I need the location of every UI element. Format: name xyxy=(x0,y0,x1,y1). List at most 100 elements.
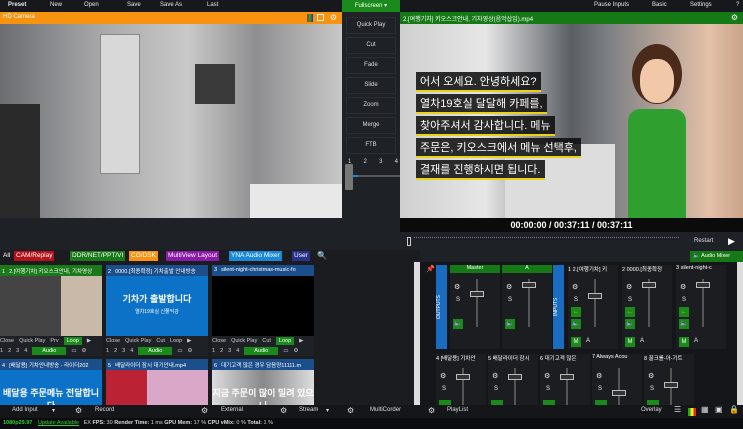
master-bus-button[interactable]: M xyxy=(571,337,581,347)
mute-speaker-button[interactable]: 🔈 xyxy=(571,319,581,329)
input-title-bar[interactable]: 6 대기고객 많은 경우 담음양11111.m xyxy=(212,359,314,370)
tab-all[interactable]: All xyxy=(1,251,13,261)
volume-fader[interactable] xyxy=(642,279,656,327)
solo-button[interactable]: S xyxy=(442,386,446,392)
a-bus-button[interactable]: A xyxy=(694,338,698,344)
camera-icon[interactable]: ▣ xyxy=(715,405,723,414)
input-thumbnail[interactable] xyxy=(212,276,314,336)
mute-speaker-button[interactable]: 🔈 xyxy=(453,319,463,329)
input-cut-button[interactable]: Cut xyxy=(156,338,165,344)
solo-button[interactable]: S xyxy=(682,297,686,303)
route-button[interactable]: ← xyxy=(679,307,689,317)
input-audio-button[interactable]: Audio xyxy=(244,347,279,355)
input-title-bar[interactable]: 1 2.[여행기차] 키오스크안내, 기차영상 xyxy=(0,265,102,276)
input-loop-button[interactable]: Loop xyxy=(275,337,295,345)
lock-icon[interactable]: 🔒 xyxy=(729,405,739,414)
input-tile[interactable]: 6대기고객 많은 경우 담음양11111.m 지금 주문이 많이 밀려 있으니 xyxy=(212,359,314,405)
input-overlay-4-button[interactable]: 4 xyxy=(130,348,133,354)
gear-icon[interactable]: ⚙ xyxy=(596,372,602,380)
tab-user[interactable]: User xyxy=(292,251,310,261)
gear-icon[interactable]: ⚙ xyxy=(626,283,632,291)
play-icon[interactable]: ▶ xyxy=(728,236,735,247)
update-link[interactable]: Update Available xyxy=(38,420,79,426)
mute-speaker-button[interactable]: 🔈 xyxy=(625,319,635,329)
help-button[interactable]: ? xyxy=(736,2,739,8)
gear-icon[interactable]: ⚙ xyxy=(648,372,654,380)
multicorder-button[interactable]: MultiCorder xyxy=(370,407,401,413)
external-button[interactable]: External xyxy=(221,407,243,413)
merge-button[interactable]: Merge xyxy=(346,117,396,134)
input-close-button[interactable]: Close xyxy=(0,338,14,344)
gear-icon[interactable]: ⚙ xyxy=(454,283,460,291)
gear-icon[interactable]: ⚙ xyxy=(347,406,354,415)
t-bar-handle[interactable] xyxy=(345,164,353,190)
input-audio-button[interactable]: Audio xyxy=(138,347,173,355)
volume-fader[interactable] xyxy=(470,279,484,327)
monitor-icon[interactable]: ▭ xyxy=(71,348,76,354)
input-overlay-4-button[interactable]: 4 xyxy=(236,348,239,354)
settings-button[interactable]: Settings xyxy=(690,2,712,8)
gear-icon[interactable]: ⚙ xyxy=(680,283,686,291)
play-icon[interactable]: ▶ xyxy=(187,338,191,344)
input-overlay-2-button[interactable]: 2 xyxy=(8,348,11,354)
input-overlay-4-button[interactable]: 4 xyxy=(24,348,27,354)
menu-open[interactable]: Open xyxy=(84,2,99,8)
play-icon[interactable]: ▶ xyxy=(299,338,303,344)
input-loop-button[interactable]: Loop xyxy=(170,338,182,344)
input-overlay-1-button[interactable]: 1 xyxy=(212,348,215,354)
playlist-button[interactable]: PlayList xyxy=(447,407,468,413)
master-bus-button[interactable]: M xyxy=(625,337,635,347)
menu-icon[interactable]: ☰ xyxy=(674,405,681,414)
levels-icon[interactable] xyxy=(688,408,696,416)
input-tile[interactable]: 3 silent-night-christmas-music-fo Close Qui… xyxy=(212,265,314,356)
solo-button[interactable]: S xyxy=(574,297,578,303)
input-overlay-3-button[interactable]: 3 xyxy=(16,348,19,354)
input-close-button[interactable]: Close xyxy=(212,338,226,344)
gear-icon[interactable]: ⚙ xyxy=(294,348,299,354)
fader-knob[interactable] xyxy=(664,382,678,388)
tab-cam-replay[interactable]: CAM/Replay xyxy=(14,251,55,261)
input-title-bar[interactable]: 4 [배달용] 기차안내방송 - 라이더202 xyxy=(0,359,102,370)
colour-icon[interactable] xyxy=(307,14,313,22)
solo-button[interactable]: S xyxy=(598,386,602,392)
solo-button[interactable]: S xyxy=(650,386,654,392)
a-bus-button[interactable]: A xyxy=(586,338,590,344)
cut-button[interactable]: Cut xyxy=(346,37,396,54)
overlay-button[interactable]: Overlay xyxy=(641,407,662,413)
slide-button[interactable]: Slide xyxy=(346,77,396,94)
volume-fader[interactable] xyxy=(522,279,536,327)
ftb-button[interactable]: FTB xyxy=(346,137,396,154)
input-prv-button[interactable]: Prv xyxy=(50,338,58,344)
menu-save-as[interactable]: Save As xyxy=(160,2,182,8)
input-quick-play-button[interactable]: Quick Play xyxy=(125,338,151,344)
input-thumbnail[interactable] xyxy=(106,370,208,405)
input-title-bar[interactable]: 2 0000.[최종확정] 기차출발 안내방송 xyxy=(106,265,208,276)
fader-knob[interactable] xyxy=(456,374,470,380)
tab-cg-dsk[interactable]: CG/DSK xyxy=(129,251,158,261)
fullscreen-button[interactable]: Fullscreen ▾ xyxy=(342,0,400,12)
input-close-button[interactable]: Close xyxy=(106,338,120,344)
input-overlay-3-button[interactable]: 3 xyxy=(228,348,231,354)
pin-icon[interactable]: 📌 xyxy=(426,265,435,273)
gear-icon[interactable]: ⚙ xyxy=(440,372,446,380)
snapshot-icon[interactable] xyxy=(317,14,324,21)
gear-icon[interactable]: ⚙ xyxy=(330,13,337,22)
transition-2[interactable]: 2 xyxy=(364,159,367,165)
solo-button[interactable]: S xyxy=(508,297,512,303)
record-button[interactable]: Record xyxy=(95,407,114,413)
fader-knob[interactable] xyxy=(508,374,522,380)
gear-icon[interactable]: ⚙ xyxy=(506,283,512,291)
input-title-bar[interactable]: 5 배달라이더 잠시 대기안내.mp4 xyxy=(106,359,208,370)
transition-3[interactable]: 3 xyxy=(379,159,382,165)
play-icon[interactable]: ▶ xyxy=(87,338,91,344)
input-overlay-1-button[interactable]: 1 xyxy=(106,348,109,354)
gear-icon[interactable]: ⚙ xyxy=(82,348,87,354)
tab-ddr-net-ppt-vi[interactable]: DDR/NET/PPT/VI xyxy=(70,251,126,261)
master-bus-button[interactable]: M xyxy=(679,337,689,347)
input-thumbnail[interactable]: 기차가 출발합니다 열차19호실 신쭐익강 xyxy=(106,276,208,336)
gear-icon[interactable]: ⚙ xyxy=(280,406,287,415)
mute-speaker-button[interactable]: 🔈 xyxy=(679,319,689,329)
gear-icon[interactable]: ⚙ xyxy=(572,283,578,291)
input-title-bar[interactable]: 3 silent-night-christmas-music-fo xyxy=(212,265,314,276)
input-tile[interactable]: 2 0000.[최종확정] 기차출발 안내방송 기차가 출발합니다 열차19호실 신쭐… xyxy=(106,265,208,356)
